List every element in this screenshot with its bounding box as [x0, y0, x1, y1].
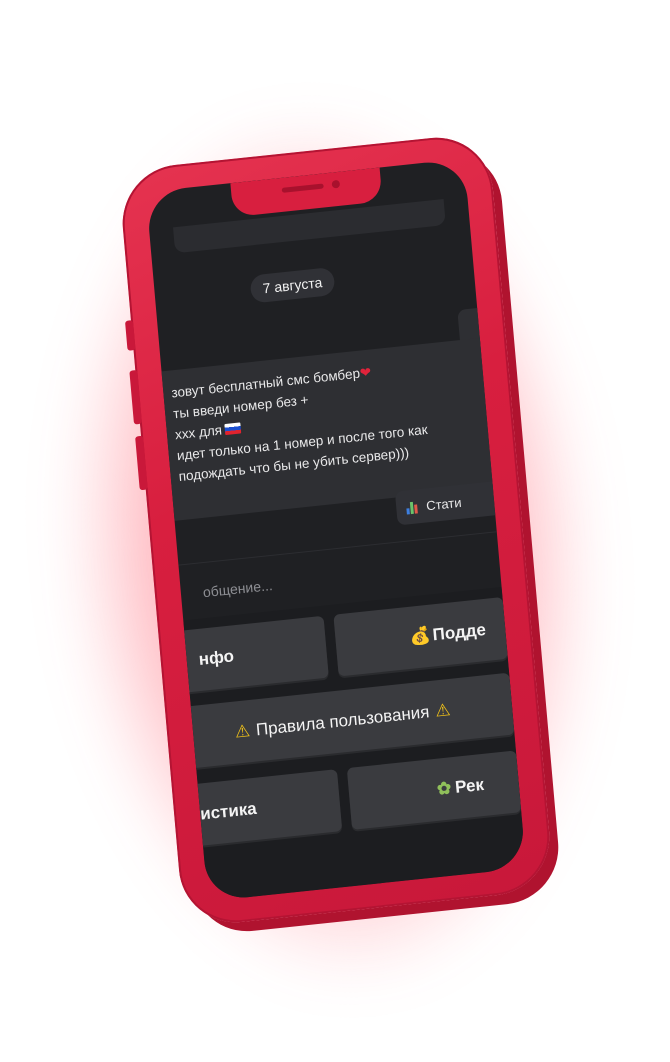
reply-keyboard: нфо 💰 Подде ⚠ Правила пользования ⚠ исти… — [145, 586, 527, 902]
input-divider — [178, 531, 497, 566]
support-button-label: Подде — [431, 619, 487, 645]
leaf-icon: ✿ — [436, 778, 452, 799]
phone-mockup: 7 августа зовут бесплатный смс бомбер❤ т… — [117, 132, 555, 928]
message-input[interactable]: общение... — [202, 577, 273, 600]
rules-button-label: Правила пользования — [255, 702, 431, 740]
bar-chart-icon — [406, 499, 421, 515]
speaker-grille — [281, 183, 324, 193]
warning-icon: ⚠ — [434, 700, 452, 721]
phone-screen: 7 августа зовут бесплатный смс бомбер❤ т… — [145, 158, 527, 902]
russia-flag-icon — [224, 422, 242, 436]
ads-button-label: Рек — [454, 774, 485, 797]
ads-button[interactable]: ✿ Рек — [346, 750, 522, 830]
info-button-label: нфо — [197, 646, 235, 670]
date-separator: 7 августа — [249, 266, 336, 304]
warning-icon: ⚠ — [234, 721, 251, 742]
money-bag-icon: 💰 — [408, 625, 432, 647]
support-button[interactable]: 💰 Подде — [333, 596, 508, 677]
front-camera — [331, 179, 341, 189]
statistics-button-label: истика — [199, 798, 258, 824]
heart-icon: ❤ — [359, 364, 372, 381]
stats-button-label: Стати — [425, 494, 463, 513]
